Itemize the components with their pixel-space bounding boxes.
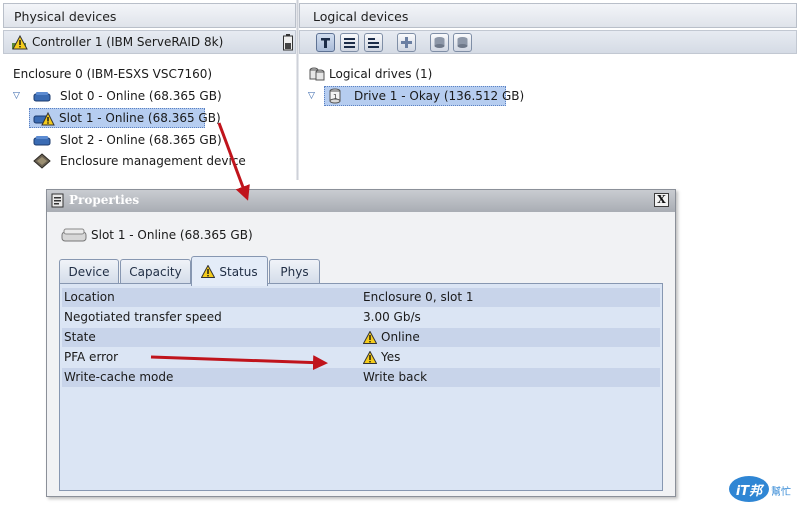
properties-dialog: Properties X Slot 1 - Online (68.365 GB)… xyxy=(46,189,676,497)
tree-slot-1-row[interactable]: Slot 1 - Online (68.365 GB) xyxy=(29,108,221,128)
logical-drive-1-row[interactable]: 1 Drive 1 - Okay (136.512 GB) xyxy=(324,86,524,107)
logical-drives-icon xyxy=(308,66,326,85)
property-row: PFA error Yes xyxy=(62,348,660,367)
cylinder-icon xyxy=(434,37,445,48)
add-button[interactable] xyxy=(397,33,416,52)
cylinder-button-2[interactable] xyxy=(453,33,472,52)
close-button[interactable]: X xyxy=(654,193,669,207)
physical-devices-title: Physical devices xyxy=(14,9,117,24)
tab-capacity-label: Capacity xyxy=(129,265,182,279)
warning-icon xyxy=(201,265,216,278)
status-tab-panel: Location Enclosure 0, slot 1 Negotiated … xyxy=(59,283,663,491)
property-value: Enclosure 0, slot 1 xyxy=(363,290,474,304)
watermark-badge: iT邦 xyxy=(729,476,769,502)
chip-icon xyxy=(33,153,51,172)
logical-expand-icon[interactable]: ▽ xyxy=(308,91,315,101)
dialog-device-label: Slot 1 - Online (68.365 GB) xyxy=(91,228,253,242)
svg-text:1: 1 xyxy=(333,93,337,101)
hard-drive-icon xyxy=(33,91,51,106)
property-key: Location xyxy=(64,290,115,304)
logical-devices-title: Logical devices xyxy=(313,9,409,24)
tree-enclosure-management[interactable]: Enclosure management device xyxy=(60,154,246,168)
list-view-button[interactable] xyxy=(340,33,359,52)
text-view-icon xyxy=(321,38,330,48)
tab-device[interactable]: Device xyxy=(59,259,119,284)
controller-label: Controller 1 (IBM ServeRAID 8k) xyxy=(32,35,224,49)
property-value: Write back xyxy=(363,370,428,384)
detail-view-button[interactable] xyxy=(364,33,383,52)
dialog-app-icon xyxy=(51,193,64,211)
logical-devices-header: Logical devices xyxy=(299,3,797,28)
watermark-tag: 幫忙 xyxy=(771,487,791,498)
battery-icon[interactable] xyxy=(283,34,293,54)
hard-drive-icon xyxy=(33,135,51,150)
property-value: Yes xyxy=(381,350,401,364)
list-view-icon xyxy=(344,38,355,48)
dialog-title: Properties xyxy=(69,193,140,207)
slot-warning-icon xyxy=(33,111,55,126)
property-row: State Online xyxy=(62,328,660,347)
tree-slot-2[interactable]: Slot 2 - Online (68.365 GB) xyxy=(60,133,222,147)
logical-drive-1: Drive 1 - Okay (136.512 GB) xyxy=(354,89,525,103)
site-watermark-logo: iT邦 幫忙 xyxy=(727,474,797,504)
property-key: Negotiated transfer speed xyxy=(64,310,222,324)
plus-icon xyxy=(401,37,412,48)
tab-capacity[interactable]: Capacity xyxy=(120,259,191,284)
cylinder-button-1[interactable] xyxy=(430,33,449,52)
property-value: Online xyxy=(381,330,420,344)
property-key: State xyxy=(64,330,96,344)
tab-device-label: Device xyxy=(68,265,110,279)
property-key: Write-cache mode xyxy=(64,370,174,384)
text-view-button[interactable] xyxy=(316,33,335,52)
controller-warning-icon xyxy=(12,35,28,50)
tab-phys-label: Phys xyxy=(280,265,309,279)
physical-devices-header: Physical devices xyxy=(3,3,296,28)
warning-icon xyxy=(363,330,377,344)
tab-status-label: Status xyxy=(219,264,258,279)
tab-phys[interactable]: Phys xyxy=(269,259,320,284)
tree-slot-1: Slot 1 - Online (68.365 GB) xyxy=(59,111,221,125)
property-key: PFA error xyxy=(64,350,119,364)
cylinder-icon xyxy=(457,37,468,48)
dialog-title-bar[interactable]: Properties X xyxy=(47,190,675,212)
tab-status[interactable]: Status xyxy=(191,256,268,286)
property-row: Write-cache mode Write back xyxy=(62,368,660,387)
warning-icon xyxy=(363,350,377,364)
enclosure-label[interactable]: Enclosure 0 (IBM-ESXS VSC7160) xyxy=(13,67,212,81)
logical-toolbar xyxy=(299,30,797,54)
detail-view-icon xyxy=(368,38,379,48)
hard-drive-icon xyxy=(61,227,87,246)
property-row: Negotiated transfer speed 3.00 Gb/s xyxy=(62,308,660,327)
property-value: 3.00 Gb/s xyxy=(363,310,421,324)
controller-bar[interactable]: Controller 1 (IBM ServeRAID 8k) xyxy=(3,30,296,54)
property-row: Location Enclosure 0, slot 1 xyxy=(62,288,660,307)
tree-slot-0[interactable]: Slot 0 - Online (68.365 GB) xyxy=(60,89,222,103)
logical-drives-group[interactable]: Logical drives (1) xyxy=(329,67,432,81)
logical-drive-icon: 1 xyxy=(328,88,342,107)
enclosure-expand-icon[interactable]: ▽ xyxy=(13,91,20,101)
